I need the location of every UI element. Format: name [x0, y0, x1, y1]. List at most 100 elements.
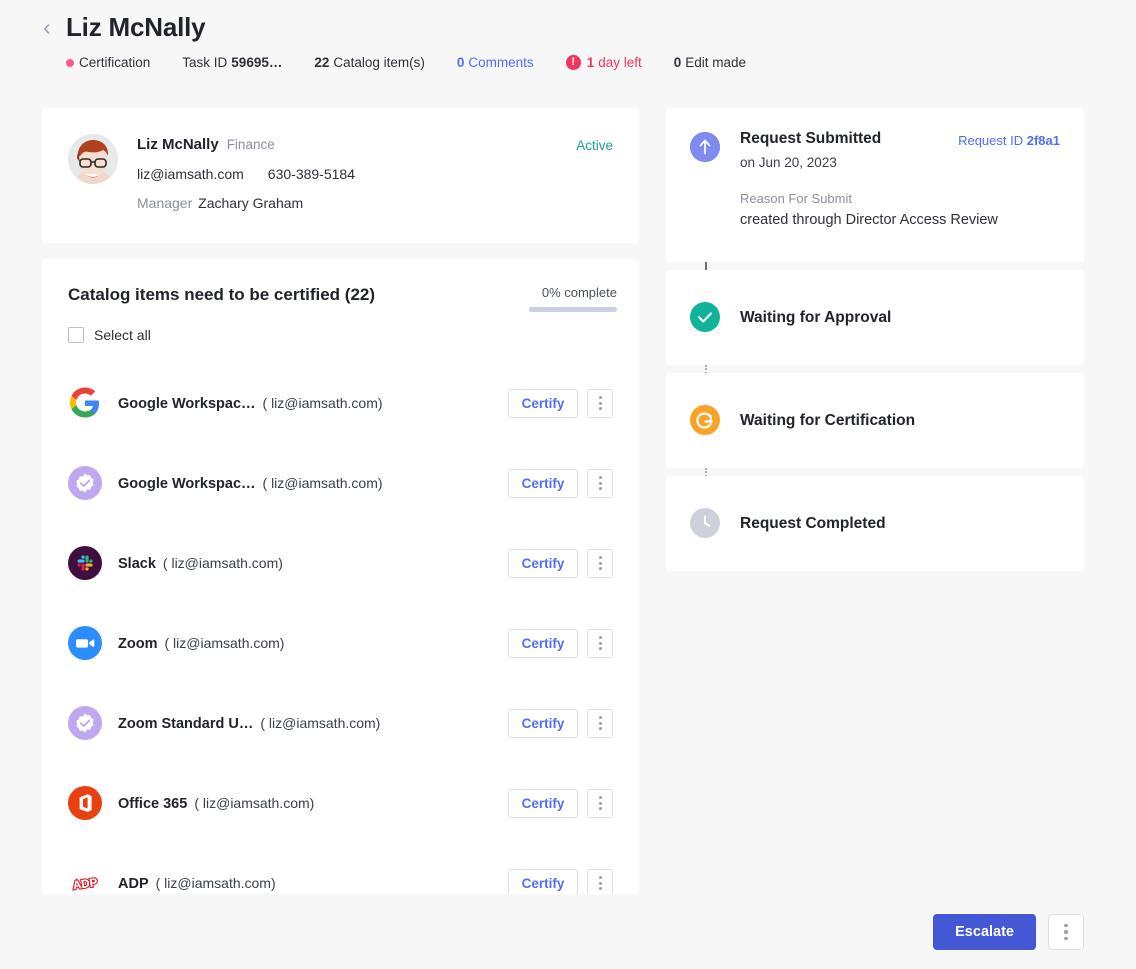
catalog-item-text: Zoom Standard U… ( liz@iamsath.com) — [118, 715, 508, 732]
catalog-item-name: Zoom — [118, 635, 158, 652]
edits-count-value: 0 — [673, 55, 682, 70]
meta-item-task-id: Task ID 59695… — [182, 55, 282, 70]
kebab-menu-icon[interactable] — [587, 468, 613, 498]
reason-value: created through Director Access Review — [740, 212, 998, 228]
profile-department: Finance — [226, 137, 275, 152]
certification-badge-icon — [68, 706, 102, 740]
meta-item-catalog-count: 22 Catalog item(s) — [314, 55, 425, 70]
kebab-menu-icon[interactable] — [587, 548, 613, 578]
catalog-item-row: Zoom Standard U… ( liz@iamsath.com) Certif… — [42, 683, 639, 763]
check-circle-icon — [690, 302, 720, 332]
timeline-item-request-completed: Request Completed — [666, 476, 1084, 571]
certify-button[interactable]: Certify — [508, 388, 578, 418]
alert-icon: ! — [565, 55, 581, 70]
manager-name: Zachary Graham — [198, 195, 304, 211]
certification-task-page: ‹ Liz McNally Certification Task ID 5969… — [0, 0, 1136, 969]
slack-icon — [68, 546, 102, 580]
progress-indicator: 0% complete — [529, 285, 617, 312]
kebab-menu-icon[interactable] — [587, 388, 613, 418]
kebab-menu-icon[interactable] — [587, 868, 613, 894]
catalog-item-actions: Certify — [508, 548, 613, 578]
select-all-checkbox[interactable] — [68, 327, 84, 343]
catalog-item-actions: Certify — [508, 708, 613, 738]
kebab-menu-icon[interactable] — [587, 708, 613, 738]
profile-contact: liz@iamsath.com 630-389-5184 — [137, 166, 355, 182]
refresh-circle-icon — [690, 405, 720, 435]
catalog-item-text: Google Workspac… ( liz@iamsath.com) — [118, 475, 508, 492]
meta-item-type: Certification — [66, 55, 150, 70]
request-id[interactable]: Request ID 2f8a1 — [958, 133, 1060, 148]
meta-item-comments[interactable]: 0 Comments — [457, 55, 534, 70]
google-workspace-icon — [68, 386, 102, 420]
content-area: Liz McNally Finance liz@iamsath.com 630-… — [0, 108, 1136, 969]
certify-button[interactable]: Certify — [508, 788, 578, 818]
timeline-title: Waiting for Approval — [740, 308, 892, 326]
certify-button[interactable]: Certify — [508, 868, 578, 894]
catalog-item-actions: Certify — [508, 788, 613, 818]
catalog-item-email: ( liz@iamsath.com) — [162, 554, 283, 571]
catalog-item-text: Office 365 ( liz@iamsath.com) — [118, 795, 508, 812]
escalate-button[interactable]: Escalate — [933, 914, 1036, 950]
timeline-item-waiting-approval: Waiting for Approval — [666, 270, 1084, 365]
comments-label: Comments — [468, 55, 534, 70]
profile-phone: 630-389-5184 — [267, 166, 355, 182]
catalog-item-row: ADP ADP ADP( liz@iamsath.com) Certify — [42, 843, 639, 894]
certify-button[interactable]: Certify — [508, 468, 578, 498]
user-profile-card: Liz McNally Finance liz@iamsath.com 630-… — [42, 108, 639, 243]
catalog-item-name: Slack — [118, 555, 156, 572]
catalog-item-list: Google Workspac… ( liz@iamsath.com) Certif… — [42, 363, 639, 894]
right-column: Request Submitted on Jun 20, 2023 Reason… — [666, 108, 1084, 969]
zoom-icon — [68, 626, 102, 660]
avatar — [68, 134, 118, 184]
certify-button[interactable]: Certify — [508, 548, 578, 578]
task-id-value: 59695… — [231, 55, 283, 70]
catalog-item-text: Slack ( liz@iamsath.com) — [118, 555, 508, 572]
kebab-menu-icon[interactable] — [587, 788, 613, 818]
catalog-item-email: ( liz@iamsath.com) — [164, 634, 285, 651]
status-badge: Active — [576, 138, 613, 153]
timeline-title: Request Completed — [740, 514, 886, 532]
catalog-item-name: ADP — [118, 875, 149, 892]
request-id-value: 2f8a1 — [1026, 133, 1060, 148]
catalog-item-email: ( liz@iamsath.com) — [262, 394, 383, 411]
title-row: ‹ Liz McNally — [0, 12, 1136, 43]
select-all-row[interactable]: Select all — [68, 327, 613, 343]
meta-type-label: Certification — [79, 55, 151, 70]
bottom-action-bar: Escalate — [0, 895, 1136, 969]
chevron-left-icon[interactable]: ‹ — [36, 13, 58, 43]
clock-circle-icon — [690, 508, 720, 538]
catalog-item-email: ( liz@iamsath.com) — [194, 794, 315, 811]
catalog-item-row: Google Workspac… ( liz@iamsath.com) Certif… — [42, 443, 639, 523]
kebab-menu-icon[interactable] — [587, 628, 613, 658]
catalog-item-name: Google Workspac… — [118, 395, 256, 412]
catalog-item-text: Google Workspac… ( liz@iamsath.com) — [118, 395, 508, 412]
left-column: Liz McNally Finance liz@iamsath.com 630-… — [42, 108, 639, 969]
certification-badge-icon — [68, 466, 102, 500]
certify-button[interactable]: Certify — [508, 708, 578, 738]
profile-name-line: Liz McNally Finance — [137, 136, 355, 153]
office365-icon — [68, 786, 102, 820]
select-all-label: Select all — [94, 327, 151, 343]
certification-dot-icon — [66, 58, 74, 67]
catalog-item-actions: Certify — [508, 868, 613, 894]
page-header: ‹ Liz McNally Certification Task ID 5969… — [0, 0, 1136, 70]
profile-email: liz@iamsath.com — [137, 166, 244, 182]
meta-item-edits: 0 Edit made — [674, 55, 746, 70]
due-label: day left — [598, 55, 642, 70]
profile-info: Liz McNally Finance liz@iamsath.com 630-… — [137, 134, 355, 243]
kebab-menu-icon[interactable] — [1048, 914, 1084, 950]
timeline-title: Waiting for Certification — [740, 411, 916, 429]
catalog-count-label: Catalog item(s) — [333, 55, 425, 70]
arrow-up-icon — [690, 132, 720, 162]
catalog-header: Catalog items need to be certified (22) … — [42, 259, 639, 343]
reason-label: Reason For Submit — [740, 191, 852, 206]
progress-label: 0% complete — [541, 285, 617, 300]
meta-row: Certification Task ID 59695… 22 Catalog … — [0, 55, 1136, 70]
certify-button[interactable]: Certify — [508, 628, 578, 658]
catalog-item-name: Zoom Standard U… — [118, 715, 254, 732]
catalog-item-actions: Certify — [508, 468, 613, 498]
catalog-item-name: Office 365 — [118, 795, 188, 812]
catalog-item-email: ( liz@iamsath.com) — [262, 474, 383, 491]
progress-track — [529, 307, 617, 312]
request-id-label: Request ID — [958, 133, 1024, 148]
